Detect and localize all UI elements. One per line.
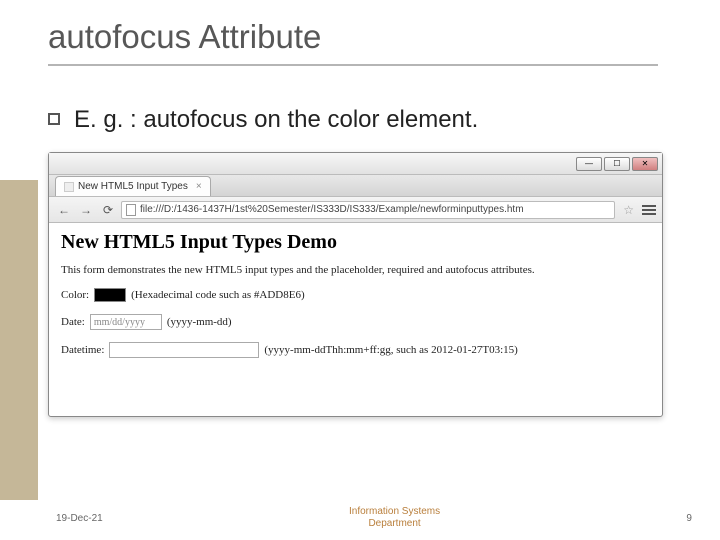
datetime-hint: (yyyy-mm-ddThh:mm+ff:gg, such as 2012-01… <box>264 344 517 356</box>
window-minimize-button[interactable]: — <box>576 157 602 171</box>
tab-strip: New HTML5 Input Types × <box>49 175 662 197</box>
reload-button[interactable]: ⟳ <box>99 201 117 219</box>
form-row-datetime: Datetime: (yyyy-mm-ddThh:mm+ff:gg, such … <box>61 342 650 358</box>
color-input[interactable] <box>94 288 126 302</box>
favicon-icon <box>64 182 74 192</box>
url-input[interactable]: file:///D:/1436-1437H/1st%20Semester/IS3… <box>121 201 615 219</box>
document-icon <box>126 204 136 216</box>
color-label: Color: <box>61 289 89 301</box>
tab-close-icon[interactable]: × <box>196 181 202 192</box>
footer-page-number: 9 <box>686 513 692 524</box>
form-row-color: Color: (Hexadecimal code such as #ADD8E6… <box>61 288 650 302</box>
slide-title: autofocus Attribute <box>48 18 700 56</box>
bullet-icon <box>48 113 60 125</box>
bullet-text: E. g. : autofocus on the color element. <box>74 106 478 134</box>
tab-title: New HTML5 Input Types <box>78 181 188 192</box>
url-text: file:///D:/1436-1437H/1st%20Semester/IS3… <box>140 204 524 215</box>
datetime-label: Datetime: <box>61 344 104 356</box>
forward-button[interactable]: → <box>77 201 95 219</box>
slide-footer: 19-Dec-21 Information Systems Department… <box>0 506 720 530</box>
hamburger-menu-icon[interactable] <box>642 205 656 215</box>
date-hint: (yyyy-mm-dd) <box>167 316 232 328</box>
date-input[interactable]: mm/dd/yyyy <box>90 314 162 330</box>
page-viewport: New HTML5 Input Types Demo This form dem… <box>49 223 662 378</box>
page-heading: New HTML5 Input Types Demo <box>61 231 650 254</box>
browser-window: — ☐ ✕ New HTML5 Input Types × ← → ⟳ file… <box>48 152 663 417</box>
window-titlebar: — ☐ ✕ <box>49 153 662 175</box>
title-underline <box>48 64 658 66</box>
footer-dept-line1: Information Systems <box>349 506 440 518</box>
footer-center: Information Systems Department <box>349 506 440 530</box>
back-button[interactable]: ← <box>55 201 73 219</box>
window-maximize-button[interactable]: ☐ <box>604 157 630 171</box>
slide-body: autofocus Attribute E. g. : autofocus on… <box>48 18 700 520</box>
window-close-button[interactable]: ✕ <box>632 157 658 171</box>
star-icon[interactable]: ☆ <box>623 203 634 217</box>
datetime-input[interactable] <box>109 342 259 358</box>
page-intro: This form demonstrates the new HTML5 inp… <box>61 264 650 276</box>
date-label: Date: <box>61 316 85 328</box>
bullet-item: E. g. : autofocus on the color element. <box>48 106 700 134</box>
slide-sidebar-accent <box>0 180 38 500</box>
form-row-date: Date: mm/dd/yyyy (yyyy-mm-dd) <box>61 314 650 330</box>
footer-date: 19-Dec-21 <box>56 513 103 524</box>
footer-dept-line2: Department <box>349 518 440 530</box>
color-hint: (Hexadecimal code such as #ADD8E6) <box>131 289 305 301</box>
address-bar: ← → ⟳ file:///D:/1436-1437H/1st%20Semest… <box>49 197 662 223</box>
browser-tab[interactable]: New HTML5 Input Types × <box>55 176 211 196</box>
